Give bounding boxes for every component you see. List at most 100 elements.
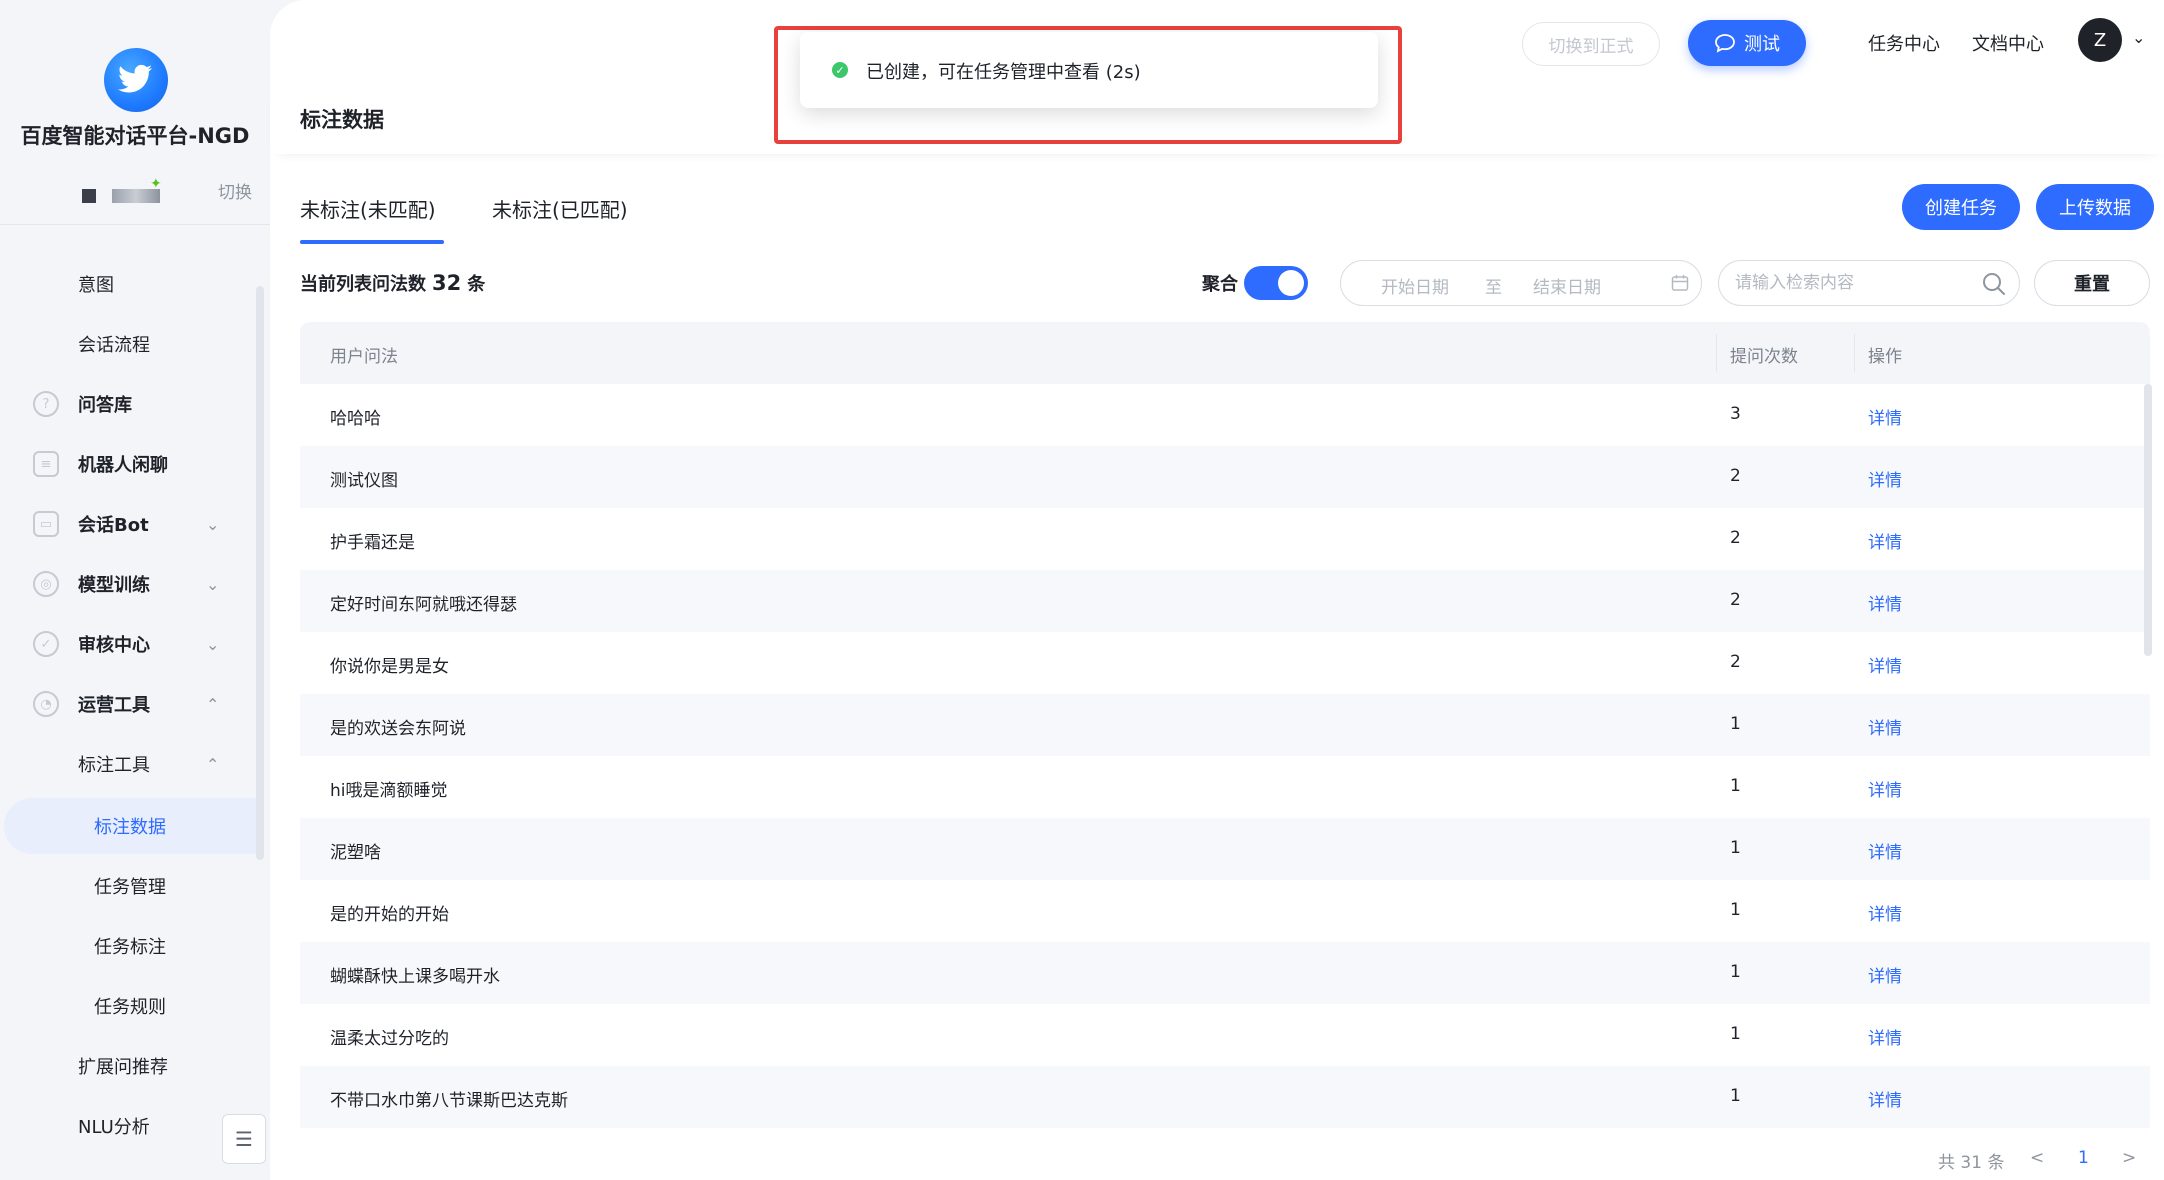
workspace-switch-link[interactable]: 切换 <box>218 178 252 203</box>
question-cell: 你说你是男是女 <box>330 657 449 677</box>
detail-link[interactable]: 详情 <box>1868 1024 1902 1049</box>
detail-link[interactable]: 详情 <box>1868 776 1902 801</box>
count-cell: 1 <box>1730 1024 1741 1044</box>
table-row: hi哦是滴额睡觉 1 详情 <box>300 756 2150 818</box>
detail-link[interactable]: 详情 <box>1868 652 1902 677</box>
count-cell: 2 <box>1730 652 1741 672</box>
sidebar-item-label: 问答库 <box>78 395 132 416</box>
reset-button[interactable]: 重置 <box>2034 260 2150 306</box>
sidebar-item-label: 审核中心 <box>78 635 150 656</box>
sidebar-item-label: 标注数据 <box>94 817 166 838</box>
column-separator <box>1854 334 1855 372</box>
start-date-placeholder: 开始日期 <box>1381 278 1449 298</box>
sidebar-item-label: 模型训练 <box>78 575 150 596</box>
bird-icon <box>118 64 152 93</box>
calendar-icon <box>1671 275 1689 291</box>
aggregate-toggle[interactable] <box>1244 266 1308 300</box>
date-range-picker[interactable]: 开始日期 至 结束日期 <box>1340 260 1702 306</box>
search-input[interactable] <box>1735 271 1975 295</box>
question-cell: 测试仪图 <box>330 471 398 491</box>
detail-link[interactable]: 详情 <box>1868 900 1902 925</box>
question-cell: 不带口水巾第八节课斯巴达克斯 <box>330 1091 568 1111</box>
sidebar-item-label: 运营工具 <box>78 695 150 716</box>
sidebar-item-label: 任务标注 <box>94 937 166 958</box>
sidebar-item-label: 扩展问推荐 <box>78 1057 168 1078</box>
detail-link[interactable]: 详情 <box>1868 962 1902 987</box>
sidebar-scrollbar[interactable] <box>256 286 264 860</box>
user-avatar[interactable]: Z <box>2078 18 2122 62</box>
tool-icon: ◔ <box>33 691 59 717</box>
brand-name: 百度智能对话平台-NGD <box>20 124 250 148</box>
sidebar-item-annotation-data[interactable]: 标注数据 <box>4 798 260 854</box>
test-button-label: 测试 <box>1744 34 1780 55</box>
sidebar-item-partial[interactable]: ··· <box>0 226 260 246</box>
question-cell: 护手霜还是 <box>330 533 415 553</box>
sidebar-item-dialog-bot[interactable]: ▭ 会话Bot ⌄ <box>0 496 260 552</box>
doc-center-link[interactable]: 文档中心 <box>1972 30 2044 56</box>
count-cell: 1 <box>1730 714 1741 734</box>
date-range-separator: 至 <box>1485 278 1502 298</box>
count-cell: 2 <box>1730 528 1741 548</box>
sidebar-item-label: 机器人闲聊 <box>78 455 168 476</box>
table-row: 是的开始的开始 1 详情 <box>300 880 2150 942</box>
detail-link[interactable]: 详情 <box>1868 528 1902 553</box>
pagination-page-1[interactable]: 1 <box>2078 1148 2089 1168</box>
test-button[interactable]: 测试 <box>1688 20 1806 66</box>
table-row: 你说你是男是女 2 详情 <box>300 632 2150 694</box>
chevron-up-icon: ⌃ <box>206 694 220 714</box>
tab-unlabeled-matched[interactable]: 未标注(已匹配) <box>492 194 628 223</box>
sidebar-item-nlu-analysis[interactable]: NLU分析 <box>0 1098 260 1154</box>
sidebar-divider <box>0 224 270 225</box>
sliders-icon: ☰ <box>235 1127 253 1151</box>
detail-link[interactable]: 详情 <box>1868 1086 1902 1111</box>
table-row: 温柔太过分吃的 1 详情 <box>300 1004 2150 1066</box>
sidebar-item-model-training[interactable]: ◎ 模型训练 ⌄ <box>0 556 260 612</box>
sidebar-item-qa-library[interactable]: ? 问答库 <box>0 376 260 432</box>
main-content: 切换到正式 测试 任务中心 文档中心 Z ⌄ 标注数据 未标注(未匹配) 未标注… <box>270 0 2164 1180</box>
question-cell: 定好时间东阿就哦还得瑟 <box>330 595 517 615</box>
pagination-prev-button[interactable]: < <box>2030 1148 2044 1168</box>
sidebar-item-dialog-flow[interactable]: 会话流程 <box>0 316 260 372</box>
end-date-placeholder: 结束日期 <box>1533 278 1601 298</box>
collapse-sidebar-button[interactable]: ☰ <box>222 1114 266 1164</box>
sidebar-item-task-annotation[interactable]: 任务标注 <box>0 918 260 974</box>
detail-link[interactable]: 详情 <box>1868 838 1902 863</box>
tab-unlabeled-unmatched[interactable]: 未标注(未匹配) <box>300 194 436 223</box>
table-header: 用户问法 提问次数 操作 <box>300 322 2150 384</box>
detail-link[interactable]: 详情 <box>1868 714 1902 739</box>
chevron-down-icon: ⌄ <box>206 634 220 654</box>
sidebar-item-label: 任务管理 <box>94 877 166 898</box>
question-icon: ? <box>33 391 59 417</box>
table-scrollbar[interactable] <box>2144 384 2152 656</box>
sidebar-item-ops-tools[interactable]: ◔ 运营工具 ⌃ <box>0 676 260 732</box>
upload-data-button[interactable]: 上传数据 <box>2036 184 2154 230</box>
detail-link[interactable]: 详情 <box>1868 466 1902 491</box>
sidebar-item-task-management[interactable]: 任务管理 <box>0 858 260 914</box>
question-cell: 是的开始的开始 <box>330 905 449 925</box>
sidebar-nav: ··· 意图 会话流程 ? 问答库 ≡ 机器人闲聊 ▭ 会话Bot ⌄ ◎ 模型… <box>0 226 260 1180</box>
sidebar-item-chitchat[interactable]: ≡ 机器人闲聊 <box>0 436 260 492</box>
count-cell: 2 <box>1730 590 1741 610</box>
sidebar-item-review-center[interactable]: ✓ 审核中心 ⌄ <box>0 616 260 672</box>
search-box[interactable] <box>1718 260 2020 306</box>
brand-logo <box>104 48 168 112</box>
column-header-action: 操作 <box>1868 347 1902 367</box>
pagination-next-button[interactable]: > <box>2122 1148 2136 1168</box>
detail-link[interactable]: 详情 <box>1868 590 1902 615</box>
sidebar-item-annotation-tools[interactable]: 标注工具 ⌃ <box>0 736 260 792</box>
count-cell: 1 <box>1730 962 1741 982</box>
sidebar-item-expand-question[interactable]: 扩展问推荐 <box>0 1038 260 1094</box>
task-center-link[interactable]: 任务中心 <box>1868 30 1940 56</box>
sidebar-item-intent[interactable]: 意图 <box>0 256 260 312</box>
table-row: 蝴蝶酥快上课多喝开水 1 详情 <box>300 942 2150 1004</box>
detail-link[interactable]: 详情 <box>1868 404 1902 429</box>
create-task-button[interactable]: 创建任务 <box>1902 184 2020 230</box>
train-icon: ◎ <box>33 571 59 597</box>
aggregate-label: 聚合 <box>1202 274 1238 295</box>
chevron-down-icon[interactable]: ⌄ <box>2132 28 2145 47</box>
sidebar-item-task-rules[interactable]: 任务规则 <box>0 978 260 1034</box>
search-icon[interactable] <box>1981 271 2007 297</box>
active-tab-indicator <box>300 240 444 244</box>
success-toast: ✓ 已创建，可在任务管理中查看 (2s) <box>800 32 1378 108</box>
switch-to-production-button[interactable]: 切换到正式 <box>1522 22 1660 66</box>
